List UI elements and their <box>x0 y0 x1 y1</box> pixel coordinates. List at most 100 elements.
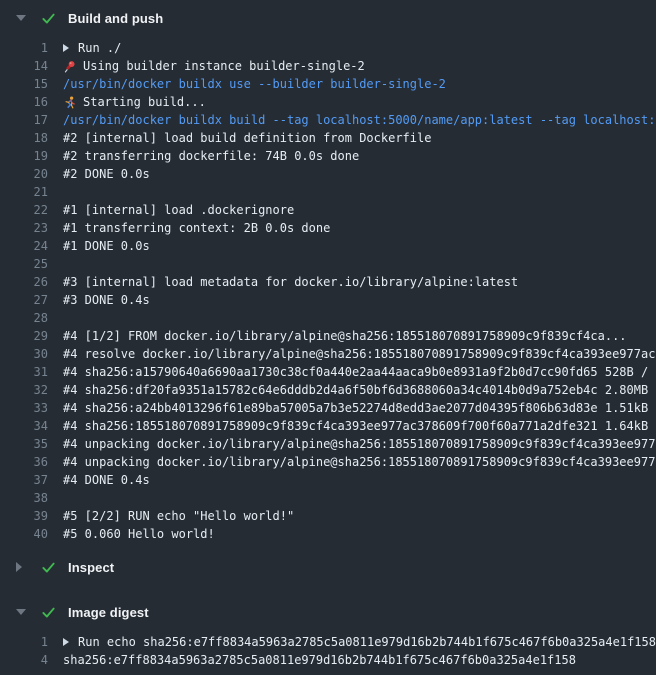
line-content: /usr/bin/docker buildx use --builder bui… <box>63 75 656 93</box>
log-line[interactable]: 31 #4 sha256:a15790640a6690aa1730c38cf0a… <box>0 363 656 381</box>
log-line[interactable]: 37 #4 DONE 0.4s <box>0 471 656 489</box>
log-line[interactable]: 4 sha256:e7ff8834a5963a2785c5a0811e979d1… <box>0 651 656 669</box>
log-line[interactable]: 34 #4 sha256:185518070891758909c9f839cf4… <box>0 417 656 435</box>
line-number: 39 <box>0 507 48 525</box>
log-line[interactable]: 1 Run echo sha256:e7ff8834a5963a2785c5a0… <box>0 633 656 651</box>
line-content: #4 DONE 0.4s <box>63 471 656 489</box>
line-number: 1 <box>0 633 48 651</box>
log-line[interactable]: 14 Using builder instance builder-single… <box>0 57 656 75</box>
chevron-down-icon[interactable] <box>16 15 28 21</box>
line-text: #1 DONE 0.0s <box>63 237 150 255</box>
line-text: #4 unpacking docker.io/library/alpine@sh… <box>63 453 656 471</box>
section-header-image-digest[interactable]: Image digest <box>0 594 656 630</box>
line-content <box>63 255 656 273</box>
section-header-build-and-push[interactable]: Build and push <box>0 0 656 36</box>
line-number: 28 <box>0 309 48 327</box>
chevron-right-icon[interactable] <box>16 562 28 572</box>
line-number: 29 <box>0 327 48 345</box>
log-line[interactable]: 1 Run ./ <box>0 39 656 57</box>
line-content <box>63 309 656 327</box>
log-section: Build and push 1 Run ./ 14 Using builder… <box>0 0 656 549</box>
line-content: sha256:e7ff8834a5963a2785c5a0811e979d16b… <box>63 651 656 669</box>
line-number: 24 <box>0 237 48 255</box>
line-text: #3 [internal] load metadata for docker.i… <box>63 273 518 291</box>
log-line[interactable]: 35 #4 unpacking docker.io/library/alpine… <box>0 435 656 453</box>
section-header-inspect[interactable]: Inspect <box>0 549 656 585</box>
log-line[interactable]: 15 /usr/bin/docker buildx use --builder … <box>0 75 656 93</box>
check-icon <box>41 560 56 575</box>
line-text: sha256:e7ff8834a5963a2785c5a0811e979d16b… <box>63 651 576 669</box>
expand-group-arrow-icon[interactable] <box>63 44 69 52</box>
log-line[interactable]: 39 #5 [2/2] RUN echo "Hello world!" <box>0 507 656 525</box>
line-number: 14 <box>0 57 48 75</box>
line-content: #1 transferring context: 2B 0.0s done <box>63 219 656 237</box>
line-content: #3 DONE 0.4s <box>63 291 656 309</box>
log-line[interactable]: 23 #1 transferring context: 2B 0.0s done <box>0 219 656 237</box>
log-line[interactable]: 17 /usr/bin/docker buildx build --tag lo… <box>0 111 656 129</box>
line-text: #4 sha256:df20fa9351a15782c64e6dddb2d4a6… <box>63 381 656 399</box>
line-content: /usr/bin/docker buildx build --tag local… <box>63 111 656 129</box>
log-line[interactable]: 25 <box>0 255 656 273</box>
expand-group-arrow-icon[interactable] <box>63 638 69 646</box>
line-number: 40 <box>0 525 48 543</box>
section-log-lines: 1 Run ./ 14 Using builder instance build… <box>0 36 656 549</box>
log-line[interactable]: 21 <box>0 183 656 201</box>
log-line[interactable]: 24 #1 DONE 0.0s <box>0 237 656 255</box>
log-line[interactable]: 20 #2 DONE 0.0s <box>0 165 656 183</box>
line-content: #5 0.060 Hello world! <box>63 525 656 543</box>
line-number: 4 <box>0 651 48 669</box>
line-content: #4 unpacking docker.io/library/alpine@sh… <box>63 453 656 471</box>
line-text: #5 0.060 Hello world! <box>63 525 215 543</box>
line-content: #2 DONE 0.0s <box>63 165 656 183</box>
log-line[interactable]: 16 Starting build... <box>0 93 656 111</box>
line-number: 20 <box>0 165 48 183</box>
line-content: #3 [internal] load metadata for docker.i… <box>63 273 656 291</box>
line-number: 25 <box>0 255 48 273</box>
log-line[interactable]: 26 #3 [internal] load metadata for docke… <box>0 273 656 291</box>
line-number: 38 <box>0 489 48 507</box>
log-line[interactable]: 38 <box>0 489 656 507</box>
line-content: #2 transferring dockerfile: 74B 0.0s don… <box>63 147 656 165</box>
check-icon <box>41 605 56 620</box>
line-number: 30 <box>0 345 48 363</box>
line-number: 26 <box>0 273 48 291</box>
log-line[interactable]: 27 #3 DONE 0.4s <box>0 291 656 309</box>
line-number: 36 <box>0 453 48 471</box>
chevron-down-icon[interactable] <box>16 609 28 615</box>
line-content <box>63 489 656 507</box>
line-number: 22 <box>0 201 48 219</box>
line-text: Starting build... <box>83 93 206 111</box>
line-content: #1 [internal] load .dockerignore <box>63 201 656 219</box>
log-line[interactable]: 19 #2 transferring dockerfile: 74B 0.0s … <box>0 147 656 165</box>
log-line[interactable]: 40 #5 0.060 Hello world! <box>0 525 656 543</box>
log-line[interactable]: 28 <box>0 309 656 327</box>
log-line[interactable]: 32 #4 sha256:df20fa9351a15782c64e6dddb2d… <box>0 381 656 399</box>
line-number: 33 <box>0 399 48 417</box>
line-text: #5 [2/2] RUN echo "Hello world!" <box>63 507 294 525</box>
log-line[interactable]: 18 #2 [internal] load build definition f… <box>0 129 656 147</box>
log-line[interactable]: 30 #4 resolve docker.io/library/alpine@s… <box>0 345 656 363</box>
line-content: #4 sha256:a24bb4013296f61e89ba57005a7b3e… <box>63 399 656 417</box>
line-content: Run ./ <box>63 39 656 57</box>
line-text: #2 DONE 0.0s <box>63 165 150 183</box>
line-number: 37 <box>0 471 48 489</box>
section-title: Build and push <box>68 11 163 26</box>
line-number: 19 <box>0 147 48 165</box>
log-line[interactable]: 29 #4 [1/2] FROM docker.io/library/alpin… <box>0 327 656 345</box>
line-text: #1 transferring context: 2B 0.0s done <box>63 219 330 237</box>
line-number: 27 <box>0 291 48 309</box>
line-text: /usr/bin/docker buildx use --builder bui… <box>63 75 446 93</box>
line-content: #4 sha256:a15790640a6690aa1730c38cf0a440… <box>63 363 656 381</box>
line-content: #4 sha256:df20fa9351a15782c64e6dddb2d4a6… <box>63 381 656 399</box>
log-line[interactable]: 36 #4 unpacking docker.io/library/alpine… <box>0 453 656 471</box>
line-text: #2 transferring dockerfile: 74B 0.0s don… <box>63 147 359 165</box>
line-text: #2 [internal] load build definition from… <box>63 129 431 147</box>
log-section: Image digest 1 Run echo sha256:e7ff8834a… <box>0 594 656 675</box>
line-text: #4 DONE 0.4s <box>63 471 150 489</box>
log-line[interactable]: 33 #4 sha256:a24bb4013296f61e89ba57005a7… <box>0 399 656 417</box>
log-line[interactable]: 22 #1 [internal] load .dockerignore <box>0 201 656 219</box>
line-number: 35 <box>0 435 48 453</box>
line-number: 16 <box>0 93 48 111</box>
line-text: #4 sha256:a15790640a6690aa1730c38cf0a440… <box>63 363 656 381</box>
line-text: #4 sha256:185518070891758909c9f839cf4ca3… <box>63 417 656 435</box>
